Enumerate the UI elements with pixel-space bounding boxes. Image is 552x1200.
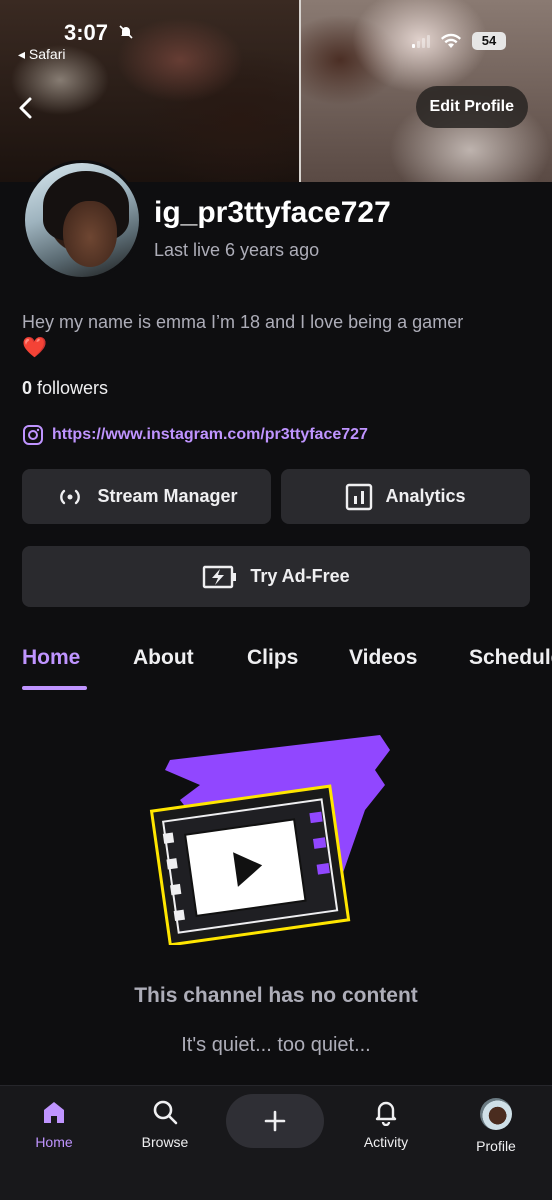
followers-label: followers: [37, 378, 109, 398]
analytics-label: Analytics: [385, 486, 466, 506]
create-button[interactable]: [226, 1094, 324, 1148]
back-button[interactable]: [12, 94, 40, 122]
tab-about[interactable]: About: [133, 646, 194, 670]
nav-browse[interactable]: Browse: [125, 1098, 205, 1150]
status-time: 3:07: [64, 20, 109, 45]
nav-home-label: Home: [35, 1134, 73, 1150]
channel-bio: Hey my name is emma I’m 18 and I love be…: [22, 310, 532, 360]
plus-icon: [264, 1110, 286, 1132]
empty-channel-illustration: [149, 735, 390, 945]
chevron-left-icon: [19, 97, 32, 119]
bottom-navigation: Home Browse Activity Profile: [0, 1085, 552, 1200]
search-icon: [153, 1100, 178, 1125]
empty-state-subtitle: It's quiet... too quiet...: [181, 1034, 371, 1056]
instagram-url[interactable]: https://www.instagram.com/pr3ttyface727: [52, 426, 368, 444]
nav-profile[interactable]: Profile: [456, 1098, 536, 1154]
film-strip-icon: [149, 784, 351, 945]
heart-emoji: ❤️: [22, 337, 47, 359]
battery-indicator: 54: [472, 32, 506, 50]
home-icon: [44, 1102, 64, 1123]
nav-browse-label: Browse: [141, 1134, 189, 1150]
bar-chart-icon: [346, 483, 373, 510]
wifi-icon: [441, 33, 461, 48]
edit-profile-button[interactable]: Edit Profile: [415, 86, 528, 128]
followers-number: 0: [22, 378, 33, 398]
silent-bell-icon: [118, 24, 134, 45]
active-tab-indicator: [22, 686, 87, 690]
tab-schedule[interactable]: Schedule: [469, 646, 552, 670]
nav-activity-label: Activity: [363, 1134, 409, 1150]
profile-avatar-thumbnail: [480, 1098, 512, 1130]
instagram-icon: [23, 425, 43, 445]
nav-activity[interactable]: Activity: [346, 1098, 426, 1150]
nav-profile-label: Profile: [476, 1138, 516, 1154]
status-indicators: 54: [412, 32, 506, 50]
tab-clips[interactable]: Clips: [247, 646, 298, 670]
cellular-signal-icon: [412, 34, 430, 48]
channel-username: ig_pr3ttyface727: [154, 196, 391, 229]
last-live-text: Last live 6 years ago: [154, 240, 320, 260]
bell-icon: [375, 1101, 397, 1126]
try-ad-free-label: Try Ad-Free: [250, 566, 350, 586]
tab-videos[interactable]: Videos: [349, 646, 417, 670]
bio-text: Hey my name is emma I’m 18 and I love be…: [22, 312, 464, 332]
battery-bolt-icon: [203, 565, 237, 588]
stream-manager-button[interactable]: Stream Manager: [22, 469, 271, 524]
avatar[interactable]: [22, 160, 142, 280]
try-ad-free-button[interactable]: Try Ad-Free: [22, 546, 530, 607]
broadcast-icon: [60, 489, 81, 504]
banner-image-left: [0, 0, 300, 182]
instagram-social-link[interactable]: https://www.instagram.com/pr3ttyface727: [22, 424, 368, 446]
nav-home[interactable]: Home: [14, 1098, 94, 1150]
back-to-app-link[interactable]: ◂ Safari: [18, 46, 66, 63]
empty-state-title: This channel has no content: [134, 984, 418, 1007]
channel-tabs: Home About Clips Videos Schedule: [0, 640, 552, 690]
banner-divider: [299, 0, 301, 182]
stream-manager-label: Stream Manager: [97, 486, 238, 506]
followers-count: 0 followers: [22, 378, 108, 399]
tab-home[interactable]: Home: [22, 646, 80, 670]
analytics-button[interactable]: Analytics: [281, 469, 530, 524]
